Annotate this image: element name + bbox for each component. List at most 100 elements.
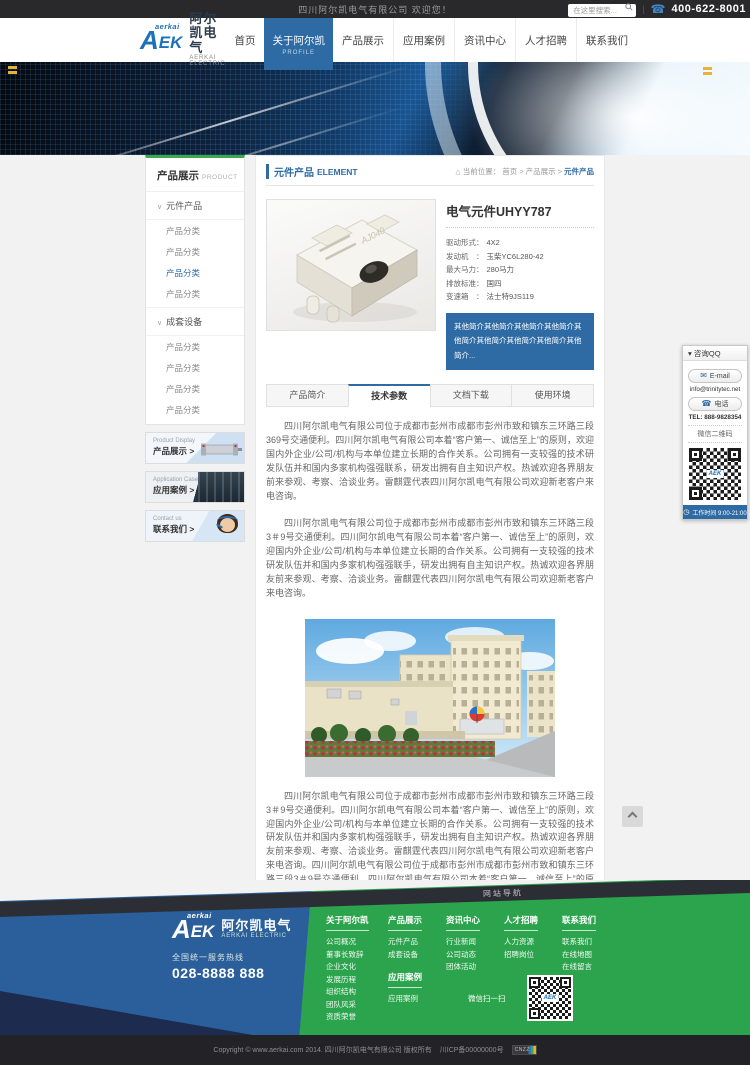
footer-link[interactable]: 团队风采 <box>326 999 388 1012</box>
footer-link[interactable]: 在线地图 <box>562 949 620 962</box>
footer-link[interactable]: 联系我们 <box>562 936 620 949</box>
qq-panel-title: 咨询QQ <box>694 349 721 358</box>
email-address: info@trinitytec.net <box>688 386 742 393</box>
sidebar-item-category[interactable]: 产品分类 <box>146 220 244 241</box>
cylinder-image <box>200 439 242 464</box>
sidebar-item-category[interactable]: 产品分类 <box>146 357 244 378</box>
footer-link[interactable]: 发展历程 <box>326 974 388 987</box>
factory-photo <box>305 619 555 777</box>
work-time-bar: ◷工作时间 9:00-21:00 <box>683 505 747 519</box>
sidebar-group-equipment[interactable]: ∨成套设备 <box>146 307 244 336</box>
search-icon[interactable] <box>625 3 633 11</box>
nav-home[interactable]: 首页 <box>225 18 264 62</box>
scroll-to-top-button[interactable] <box>622 806 643 827</box>
sidebar-item-category[interactable]: 产品分类 <box>146 336 244 357</box>
footer-link[interactable]: 在线留言 <box>562 961 620 974</box>
breadcrumb-products[interactable]: 产品展示 <box>526 166 556 177</box>
footer-logo: AEKaerkai 阿尔凯电气AERKAI ELECTRIC <box>172 918 291 940</box>
logo-ek: EK <box>159 34 183 51</box>
promo-label-cn: 应用案例 > <box>153 484 198 496</box>
footer-link[interactable]: 组织结构 <box>326 986 388 999</box>
sidebar-item-category[interactable]: 产品分类 <box>146 399 244 424</box>
phone-button[interactable]: ☎电话 <box>688 397 742 411</box>
sidebar-item-category[interactable]: 产品分类 <box>146 241 244 262</box>
dotted-divider <box>446 227 594 228</box>
spec-row: 变速箱 ：法士特9JS119 <box>446 290 594 304</box>
logo-mark: A EK aerkai <box>140 29 182 51</box>
sidebar-item-category[interactable]: 产品分类 <box>146 283 244 304</box>
footer-col-title: 关于阿尔凯 <box>326 914 369 931</box>
footer-brand: AEKaerkai 阿尔凯电气AERKAI ELECTRIC 全国统一服务热线 … <box>172 918 291 981</box>
clock-icon: ◷ <box>683 508 689 516</box>
sidebar-title: 产品展示PRODUCT <box>146 158 244 192</box>
nav-jobs[interactable]: 人才招聘 <box>515 18 576 62</box>
nav-news[interactable]: 资讯中心 <box>454 18 515 62</box>
sidebar-group-label: 成套设备 <box>166 317 202 327</box>
nav-about-active[interactable]: 关于阿尔凯 PROFILE <box>264 18 333 70</box>
sidebar: 产品展示PRODUCT ∨元件产品 产品分类 产品分类 产品分类 产品分类 ∨成… <box>145 155 245 956</box>
footer-hotline-label: 全国统一服务热线 <box>172 952 291 963</box>
nav-about-sublabel: PROFILE <box>282 50 315 56</box>
logo-a: A <box>140 29 159 51</box>
qq-panel-header[interactable]: ▾ 咨询QQ <box>683 346 747 361</box>
footer-link[interactable]: 成套设备 <box>388 949 446 962</box>
site-footer: 网站导航 AEKaerkai 阿尔凯电气AERKAI ELECTRIC 全国统一… <box>0 880 750 1065</box>
tab-downloads[interactable]: 文档下载 <box>430 384 513 407</box>
copyright-text: Copyright © www.aerkai.com 2014. 四川阿尔凯电气… <box>213 1045 431 1055</box>
footer-col-title: 资讯中心 <box>446 914 480 931</box>
section-title: 元件产品 <box>266 164 314 179</box>
footer-link[interactable]: 公司动态 <box>446 949 504 962</box>
footer-link[interactable]: 公司概况 <box>326 936 388 949</box>
nav-products[interactable]: 产品展示 <box>333 18 393 62</box>
footer-link[interactable]: 人力资源 <box>504 936 562 949</box>
spec-row: 最大马力：280马力 <box>446 263 594 277</box>
tel-number: TEL: 888-9828354 <box>688 414 742 421</box>
footer-link[interactable]: 招聘岗位 <box>504 949 562 962</box>
footer-col-products: 产品展示 元件产品 成套设备 应用案例 应用案例 <box>388 910 446 1024</box>
footer-link[interactable]: 资质荣誉 <box>326 1011 388 1024</box>
footer-link[interactable]: 企业文化 <box>326 961 388 974</box>
logo-script: aerkai <box>155 22 180 31</box>
footer-link[interactable]: 元件产品 <box>388 936 446 949</box>
qq-consult-panel: ▾ 咨询QQ ✉E-mail info@trinitytec.net ☎电话 T… <box>682 345 748 520</box>
logo-name-cn: 阿尔凯电气 <box>189 12 225 55</box>
tab-intro[interactable]: 产品简介 <box>266 384 349 407</box>
email-button[interactable]: ✉E-mail <box>688 369 742 383</box>
main-nav: 首页 关于阿尔凯 PROFILE 产品展示 应用案例 资讯中心 人才招聘 联系我… <box>225 18 637 62</box>
sidebar-group-element[interactable]: ∨元件产品 <box>146 192 244 220</box>
banner-tick-left <box>8 66 17 69</box>
promo-application-case[interactable]: Application Case应用案例 > <box>145 471 245 503</box>
footer-link[interactable]: 董事长致辞 <box>326 949 388 962</box>
sidebar-item-category[interactable]: 产品分类 <box>146 378 244 399</box>
spec-row: 发动机 ：玉柴YC6L280-42 <box>446 250 594 264</box>
home-icon: ⌂ <box>455 167 460 177</box>
nav-cases[interactable]: 应用案例 <box>393 18 454 62</box>
footer-link[interactable]: 团体活动 <box>446 961 504 974</box>
phone-icon: ☎ <box>702 400 712 408</box>
tab-specs-active[interactable]: 技术参数 <box>348 384 431 407</box>
qr-center-logo: AEK <box>707 470 724 478</box>
site-logo[interactable]: A EK aerkai 阿尔凯电气 AERKAI ELECTRIC <box>140 12 225 68</box>
promo-label-en: Product Display <box>153 438 195 444</box>
sidebar-item-category-active[interactable]: 产品分类 <box>146 262 244 283</box>
promo-label-cn: 产品展示 > <box>153 445 195 457</box>
nav-contact[interactable]: 联系我们 <box>576 18 637 62</box>
breadcrumb-home[interactable]: 首页 <box>502 166 517 177</box>
sidebar-title-cn: 产品展示 <box>157 170 199 182</box>
topbar: 四川阿尔凯电气有限公司 欢迎您！ | ☎ 400-622-8001 <box>0 0 750 18</box>
server-room-image <box>198 472 244 502</box>
section-title-en: ELEMENT <box>317 167 358 177</box>
phone-icon: ☎ <box>651 3 666 15</box>
footer-link[interactable]: 行业新闻 <box>446 936 504 949</box>
promo-product-display[interactable]: Product Display产品展示 > <box>145 432 245 464</box>
spec-row: 排放标准：国四 <box>446 277 594 291</box>
promo-contact-us[interactable]: Contact us联系我们 > <box>145 510 245 542</box>
footer-link[interactable]: 应用案例 <box>388 993 446 1006</box>
qr-center-logo: AEK <box>542 994 559 1002</box>
main-panel: 元件产品 ELEMENT ⌂ 当前位置： 首页 > 产品展示 > 元件产品 <box>255 155 605 956</box>
footer-col-about: 关于阿尔凯 公司概况 董事长致辞 企业文化 发展历程 组织结构 团队风采 资质荣… <box>326 910 388 1024</box>
banner-glow <box>470 62 750 155</box>
sidebar-title-en: PRODUCT <box>202 174 238 181</box>
tab-environment[interactable]: 使用环境 <box>511 384 594 407</box>
envelope-icon: ✉ <box>700 372 707 380</box>
